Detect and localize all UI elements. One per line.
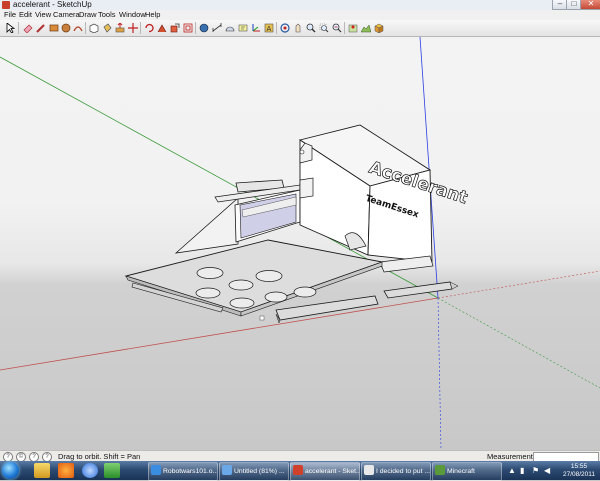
tape-measure-icon[interactable]	[198, 22, 209, 33]
itunes-icon[interactable]	[82, 463, 98, 478]
green-axis-negative	[437, 297, 600, 389]
protractor-icon[interactable]	[224, 22, 235, 33]
pencil-line-icon[interactable]	[35, 22, 46, 33]
zoom-window-icon[interactable]	[318, 22, 329, 33]
rotate-icon[interactable]	[143, 22, 154, 33]
select-icon[interactable]	[5, 22, 16, 33]
minecraft-icon	[435, 465, 445, 475]
drawing-viewport[interactable]: Accelerant TeamEssex	[0, 37, 600, 450]
move-icon[interactable]	[127, 22, 138, 33]
taskbar-item-robotwars[interactable]: Robotwars101.o...	[148, 462, 218, 481]
3d-text-icon[interactable]: A	[263, 22, 274, 33]
toggle-terrain-icon[interactable]	[360, 22, 371, 33]
axes-icon[interactable]	[250, 22, 261, 33]
windows-taskbar: Robotwars101.o... Untitled (81%) ... acc…	[0, 461, 600, 481]
dimension-icon[interactable]	[211, 22, 222, 33]
sketchup-icon	[293, 465, 303, 475]
menu-edit[interactable]: Edit	[17, 10, 34, 20]
mount-hole	[228, 279, 254, 291]
taskbar-item-minecraft[interactable]: Minecraft	[432, 462, 502, 481]
circle-icon[interactable]	[60, 22, 71, 33]
network-icon[interactable]: ▮	[520, 466, 524, 475]
mount-hole	[293, 286, 317, 298]
add-location-icon[interactable]	[347, 22, 358, 33]
menu-help[interactable]: Help	[143, 10, 162, 20]
media-player-icon[interactable]	[58, 463, 74, 478]
clock-time: 15:55	[570, 463, 588, 470]
mount-hole	[196, 267, 224, 279]
toolbar-separator	[85, 22, 86, 34]
main-toolbar: A	[0, 20, 600, 37]
toolbar-separator	[140, 22, 141, 34]
follow-me-icon[interactable]	[156, 22, 167, 33]
volume-icon[interactable]: ◀	[544, 466, 550, 475]
model-canvas[interactable]: Accelerant TeamEssex	[0, 37, 600, 450]
zoom-extents-icon[interactable]	[331, 22, 342, 33]
orbit-icon[interactable]	[279, 22, 290, 33]
mount-hole	[195, 287, 221, 299]
toolbar-separator	[18, 22, 19, 34]
paint-bucket-icon[interactable]	[101, 22, 112, 33]
red-axis-negative	[437, 270, 600, 299]
toolbar-separator	[276, 22, 277, 34]
menu-tools[interactable]: Tools	[96, 10, 118, 20]
toolbar-separator	[344, 22, 345, 34]
mount-hole	[264, 291, 288, 303]
scale-icon[interactable]	[169, 22, 180, 33]
taskbar-item-paint[interactable]: Untitled (81%) ...	[219, 462, 289, 481]
sketchup-app-icon	[2, 1, 10, 9]
clock[interactable]: 15:55 27/08/2011	[559, 463, 599, 479]
taskbar-item-sketchup[interactable]: accelerant - Sket...	[290, 462, 360, 481]
pan-icon[interactable]	[292, 22, 303, 33]
mount-hole	[255, 270, 283, 282]
zoom-icon[interactable]	[305, 22, 316, 33]
explorer-icon[interactable]	[34, 463, 50, 478]
push-pull-icon[interactable]	[114, 22, 125, 33]
rectangle-icon[interactable]	[48, 22, 59, 33]
arc-icon[interactable]	[72, 22, 83, 33]
taskbar-item-notepad[interactable]: I decided to put ...	[361, 462, 431, 481]
menu-file[interactable]: File	[2, 10, 18, 20]
make-component-icon[interactable]	[88, 22, 99, 33]
clock-date: 27/08/2011	[562, 471, 596, 478]
mount-hole	[229, 297, 255, 309]
paint-icon	[222, 465, 232, 475]
windows-live-icon[interactable]	[104, 463, 120, 478]
start-button[interactable]	[2, 462, 19, 479]
flag-icon[interactable]: ⚑	[532, 466, 539, 475]
eraser-icon[interactable]	[22, 22, 33, 33]
toolbar-separator	[195, 22, 196, 34]
text-icon[interactable]	[237, 22, 248, 33]
svg-text:A: A	[266, 25, 271, 33]
internet-explorer-icon	[151, 465, 161, 475]
menu-bar: File Edit View Camera Draw Tools Window …	[0, 10, 600, 20]
close-button[interactable]: ✕	[580, 0, 600, 10]
get-models-icon[interactable]	[373, 22, 384, 33]
notepad-icon	[364, 465, 374, 475]
window-title: accelerant - SketchUp	[13, 0, 92, 9]
offset-icon[interactable]	[182, 22, 193, 33]
show-hidden-icons[interactable]: ▲	[508, 466, 516, 475]
system-tray: ▲ ▮ ⚑ ◀ 15:55 27/08/2011	[504, 462, 600, 479]
blue-axis-negative	[437, 297, 442, 450]
